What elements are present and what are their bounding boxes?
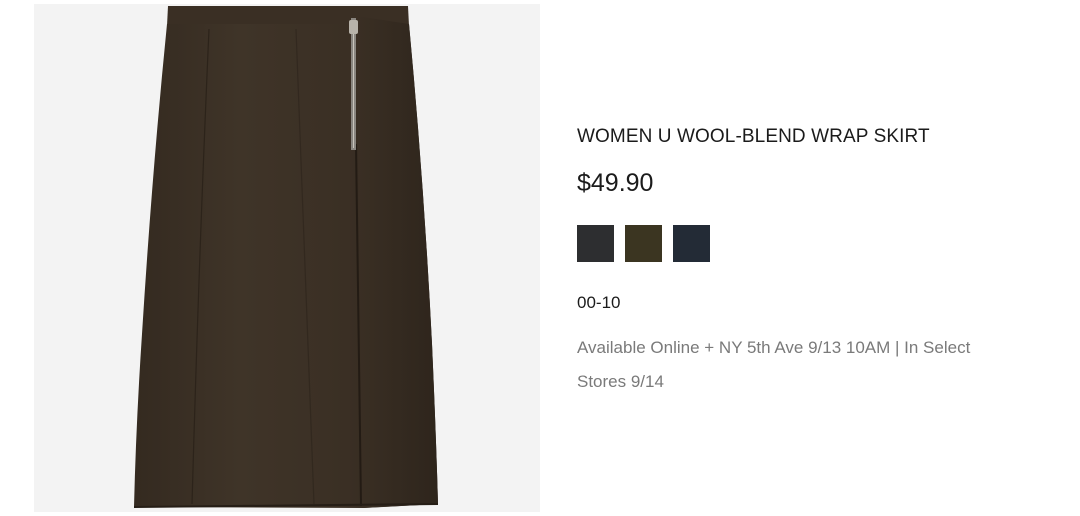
- product-title[interactable]: WOMEN U WOOL-BLEND WRAP SKIRT: [577, 126, 930, 148]
- size-range: 00-10: [577, 293, 621, 312]
- color-swatch-dark-gray[interactable]: [577, 225, 614, 262]
- skirt-wrap-flap: [356, 16, 438, 508]
- color-swatch-olive[interactable]: [625, 225, 662, 262]
- product-image[interactable]: [34, 4, 540, 512]
- skirt-illustration: [133, 6, 439, 508]
- color-swatch-navy[interactable]: [673, 225, 710, 262]
- color-swatches: [577, 225, 710, 262]
- product-price: $49.90: [577, 169, 654, 197]
- availability-text: Available Online + NY 5th Ave 9/13 10AM …: [577, 338, 971, 391]
- product-card: WOMEN U WOOL-BLEND WRAP SKIRT $49.90 00-…: [0, 0, 1080, 516]
